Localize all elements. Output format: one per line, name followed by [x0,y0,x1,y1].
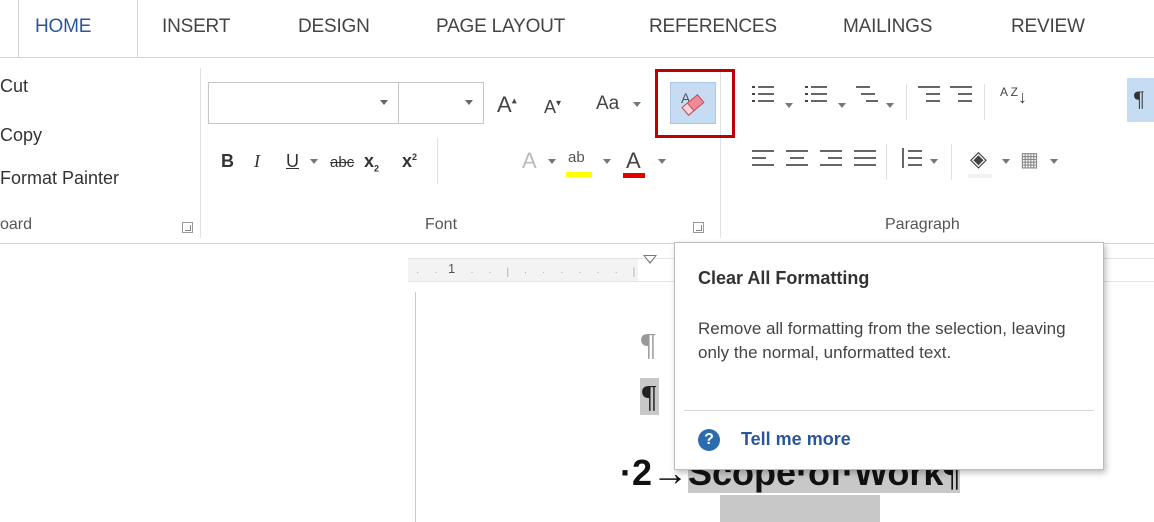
shrink-font-icon: A [544,97,557,117]
bold-button[interactable]: B [221,152,234,170]
tooltip-divider [684,410,1094,411]
chevron-down-icon [785,103,793,108]
chevron-down-icon [930,159,938,164]
grow-font-icon: A [497,92,512,117]
font-color-bar [623,173,645,178]
superscript-mark: 2 [412,152,418,162]
tab-page-layout[interactable]: PAGE LAYOUT [436,16,565,38]
chevron-down-icon [1002,159,1010,164]
shrink-font-button[interactable]: A▾ [544,98,561,116]
superscript-button[interactable]: x2 [402,152,417,170]
chevron-down-icon [465,100,473,105]
font-name-combo[interactable] [208,82,399,124]
shading-button[interactable]: ◈ [970,148,987,170]
ribbon-tab-bar: HOME INSERT DESIGN PAGE LAYOUT REFERENCE… [0,0,1154,58]
subscript-mark: 2 [374,163,380,174]
group-divider [200,68,201,238]
copy-button[interactable]: Copy [0,125,42,146]
tooltip-title: Clear All Formatting [698,268,870,288]
bullets-icon[interactable] [752,82,774,106]
tab-home[interactable]: HOME [35,16,91,38]
help-icon[interactable]: ? [698,429,720,451]
highlight-button[interactable]: ab [568,150,585,165]
clipboard-launcher-icon[interactable] [182,222,193,233]
font-color-button[interactable]: A [626,150,641,172]
tab-design[interactable]: DESIGN [298,16,370,38]
shading-color-bar [968,174,992,178]
paragraph-mark: ¶ [641,326,656,362]
text-effects-button[interactable]: A [522,150,537,172]
ruler-number: 1 [448,261,456,276]
indent-marker-icon[interactable] [643,255,657,264]
increase-indent-icon[interactable] [950,82,972,106]
tab-mailings[interactable]: MAILINGS [843,16,932,38]
group-divider [951,144,952,180]
decrease-indent-icon[interactable] [918,82,940,106]
numbering-icon[interactable] [805,82,827,106]
page-edge [415,292,416,522]
multilevel-list-icon[interactable] [856,82,878,106]
pilcrow-icon: ¶ [1134,86,1144,111]
cut-button[interactable]: Cut [0,76,28,97]
group-divider [886,144,887,180]
paragraph-mark-selected: ¶ [640,378,659,415]
selection-shading [720,495,880,522]
line-spacing-icon[interactable] [900,146,922,170]
italic-button[interactable]: I [254,152,260,170]
strikethrough-button[interactable]: abc [330,155,354,170]
chevron-down-icon [838,103,846,108]
chevron-down-icon [1050,159,1058,164]
sort-button[interactable]: A Z [1000,86,1018,98]
borders-button[interactable]: ▦ [1020,150,1039,170]
group-divider [437,138,438,184]
chevron-down-icon [603,159,611,164]
group-divider [984,84,985,120]
clear-formatting-tooltip: Clear All Formatting Remove all formatti… [674,242,1104,470]
chevron-down-icon [310,159,318,164]
chevron-down-icon [380,100,388,105]
highlight-color-bar [566,172,592,177]
align-right-icon[interactable] [820,146,842,170]
format-painter-button[interactable]: Format Painter [0,168,119,189]
font-size-combo[interactable] [398,82,484,124]
subscript-icon: x [364,151,375,171]
callout-highlight-box [655,69,735,138]
tab-insert[interactable]: INSERT [162,16,230,38]
underline-button[interactable]: U [286,152,299,170]
change-case-button[interactable]: Aa [596,94,619,113]
tab-references[interactable]: REFERENCES [649,16,777,38]
tooltip-description: Remove all formatting from the selection… [698,319,1066,362]
chevron-down-icon [633,102,641,107]
justify-icon[interactable] [854,146,876,170]
grow-font-button[interactable]: A▴ [497,94,517,116]
subscript-button[interactable]: x2 [364,152,379,174]
font-group-label: Font [425,216,458,233]
font-launcher-icon[interactable] [693,222,704,233]
group-divider [906,84,907,120]
chevron-down-icon [548,159,556,164]
paragraph-group-label: Paragraph [885,216,960,233]
align-left-icon[interactable] [752,146,774,170]
chevron-down-icon [658,159,666,164]
sort-arrow-icon: ↓ [1018,87,1027,107]
chevron-down-icon [886,103,894,108]
ribbon: Cut Copy Format Painter oard A▴ A▾ Aa B … [0,58,1154,244]
superscript-icon: x [402,151,413,171]
tell-me-more-link[interactable]: Tell me more [741,429,851,450]
clipboard-group-label: oard [0,216,33,233]
tab-review[interactable]: REVIEW [1011,16,1085,38]
align-center-icon[interactable] [786,146,808,170]
